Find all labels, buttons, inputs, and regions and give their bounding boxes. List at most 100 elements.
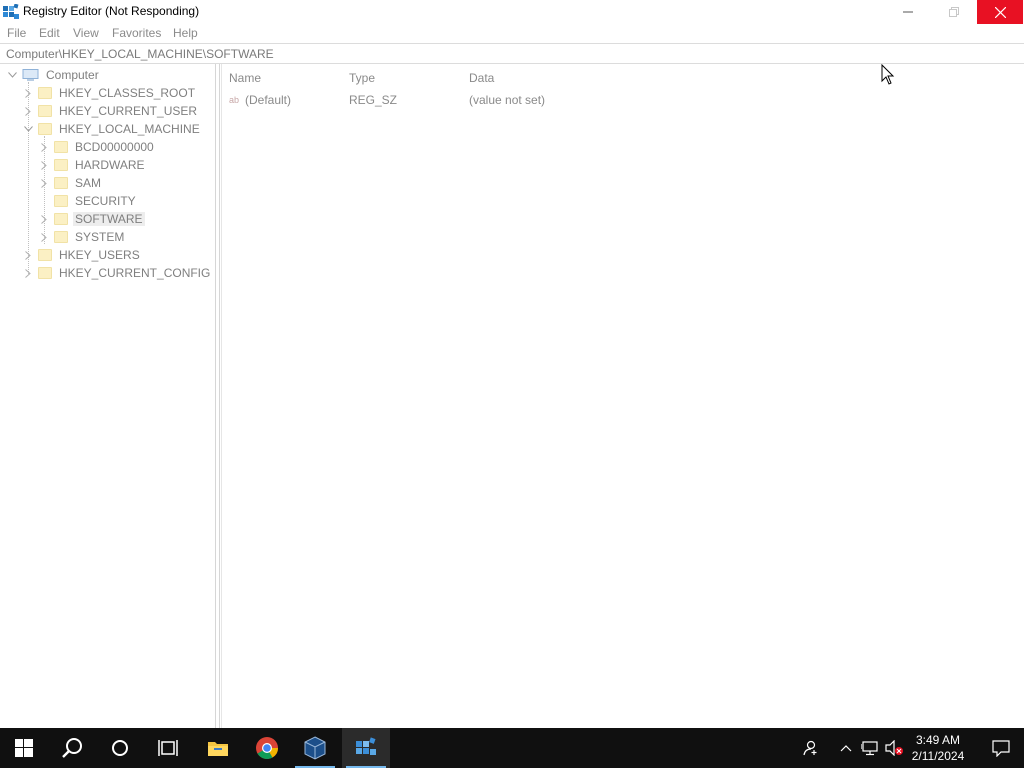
volume-button[interactable] [882,728,906,768]
tree-item-label: HKEY_CURRENT_CONFIG [59,266,211,280]
regedit-icon [356,737,376,755]
network-button[interactable] [858,728,882,768]
people-button[interactable] [798,728,822,768]
taskbar: 3:49 AM 2/11/2024 [0,728,1024,768]
value-data: (value not set) [469,93,546,107]
show-hidden-icons-button[interactable] [834,728,858,768]
restore-icon [949,7,959,17]
tree-item-label: HARDWARE [75,158,145,172]
chevron-right-icon[interactable] [38,174,50,192]
cortana-button[interactable] [96,728,144,768]
clock-date: 2/11/2024 [911,749,965,763]
mouse-pointer-icon [881,64,895,85]
folder-open-icon [38,123,52,135]
regedit-taskbar-button[interactable] [342,728,390,768]
chevron-right-icon[interactable] [22,84,34,102]
folder-icon [54,195,68,207]
tree-item-label: HKEY_CURRENT_USER [59,104,198,118]
folder-icon [54,159,68,171]
tree-item-label: BCD00000000 [75,140,154,154]
folder-icon [54,213,68,225]
task-view-button[interactable] [144,728,192,768]
minimize-icon [903,11,913,13]
chevron-down-icon[interactable] [22,120,34,138]
file-explorer-icon [208,742,228,756]
action-center-button[interactable] [978,728,1024,768]
network-icon [861,741,878,756]
address-bar[interactable]: Computer\HKEY_LOCAL_MACHINE\SOFTWARE [0,43,1024,64]
tree-item-hkcr[interactable]: HKEY_CLASSES_ROOT [22,84,197,102]
folder-icon [38,87,52,99]
string-value-icon: ab [229,95,240,105]
people-icon [803,740,817,756]
tree-item-system[interactable]: SYSTEM [38,228,126,246]
menu-favorites[interactable]: Favorites [112,26,161,40]
tree-item-hklm[interactable]: HKEY_LOCAL_MACHINE [22,120,202,138]
menu-edit[interactable]: Edit [39,26,60,40]
volume-muted-icon [885,740,903,756]
close-button[interactable] [977,0,1023,24]
chevron-down-icon[interactable] [6,66,18,84]
chrome-button[interactable] [243,728,291,768]
tree-item-software[interactable]: SOFTWARE [38,210,145,228]
chevron-right-icon[interactable] [38,210,50,228]
cortana-icon [112,740,128,756]
task-view-icon [158,740,178,756]
folder-icon [54,231,68,243]
pane-splitter[interactable] [216,64,220,728]
tree-item-label: HKEY_CLASSES_ROOT [59,86,196,100]
chevron-right-icon[interactable] [22,264,34,282]
key-tree-pane[interactable]: Computer HKEY_CLASSES_ROOT HKEY_CURRENT_… [0,64,216,728]
tree-item-bcd[interactable]: BCD00000000 [38,138,156,156]
virtualbox-icon [304,736,326,760]
address-path[interactable]: Computer\HKEY_LOCAL_MACHINE\SOFTWARE [6,47,274,61]
column-header-name[interactable]: Name [229,71,261,85]
column-header-type[interactable]: Type [349,71,375,85]
value-name: (Default) [245,93,292,107]
tree-item-label: Computer [46,68,99,82]
clock-time: 3:49 AM [915,733,961,747]
chevron-right-icon[interactable] [38,228,50,246]
chevron-right-icon[interactable] [38,156,50,174]
tree-item-label: SYSTEM [75,230,125,244]
menu-view[interactable]: View [73,26,99,40]
list-item[interactable]: ab (Default) REG_SZ (value not set) [222,92,1012,110]
chevron-right-icon[interactable] [38,138,50,156]
clock[interactable]: 3:49 AM 2/11/2024 [904,732,972,764]
tree-item-hku[interactable]: HKEY_USERS [22,246,142,264]
tree-item-security[interactable]: SECURITY [38,192,138,210]
tree-item-label: HKEY_USERS [59,248,140,262]
folder-icon [54,141,68,153]
tree-item-label: SAM [75,176,102,190]
regedit-icon [3,4,19,19]
computer-icon [22,68,39,81]
virtualbox-button[interactable] [291,728,339,768]
start-icon [15,739,33,757]
window-title: Registry Editor (Not Responding) [23,4,200,18]
folder-icon [38,249,52,261]
values-list-pane[interactable]: Name Type Data ab (Default) REG_SZ (valu… [221,64,1024,728]
search-button[interactable] [48,728,96,768]
folder-icon [38,267,52,279]
title-bar[interactable]: Registry Editor (Not Responding) [0,0,1024,24]
search-icon [62,738,82,758]
chevron-right-icon[interactable] [22,246,34,264]
menu-help[interactable]: Help [173,26,198,40]
maximize-button[interactable] [931,0,977,24]
tree-item-hkcu[interactable]: HKEY_CURRENT_USER [22,102,199,120]
start-button[interactable] [0,728,48,768]
close-icon [994,6,1006,18]
chevron-right-icon[interactable] [22,102,34,120]
tree-item-sam[interactable]: SAM [38,174,103,192]
column-header-data[interactable]: Data [469,71,494,85]
tree-item-hkcc[interactable]: HKEY_CURRENT_CONFIG [22,264,212,282]
file-explorer-button[interactable] [194,728,242,768]
minimize-button[interactable] [885,0,931,24]
chevron-up-icon [840,745,852,752]
tree-item-hardware[interactable]: HARDWARE [38,156,147,174]
tree-item-computer[interactable]: Computer [6,66,101,84]
menu-bar: File Edit View Favorites Help [0,24,1024,43]
tree-item-label: SOFTWARE [73,212,145,226]
menu-file[interactable]: File [7,26,26,40]
chrome-icon [256,737,278,759]
